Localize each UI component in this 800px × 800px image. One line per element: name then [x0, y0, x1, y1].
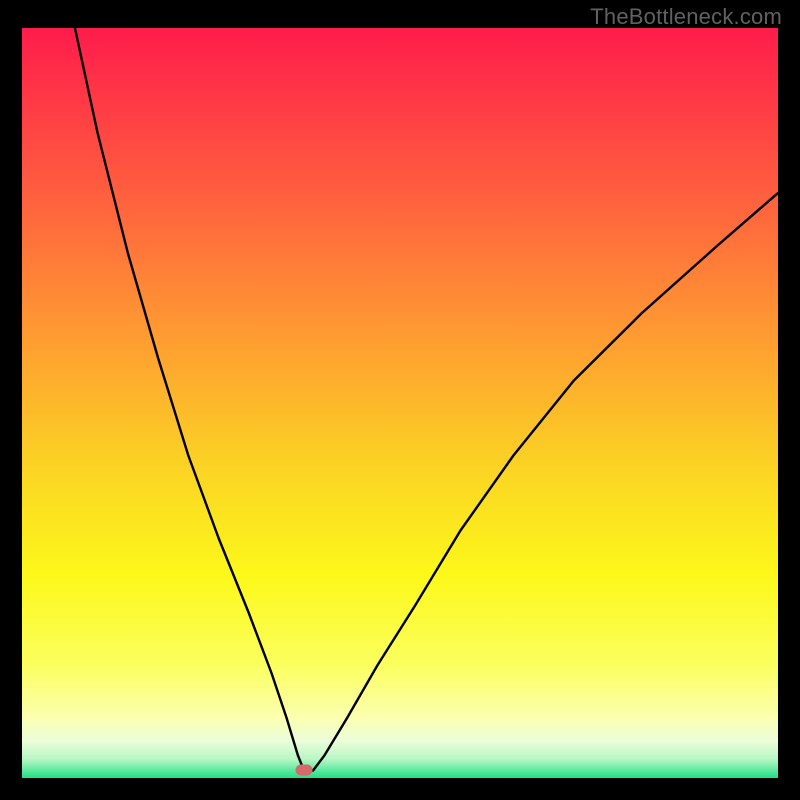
chart-marker-optimal-point: [295, 764, 312, 775]
watermark-text: TheBottleneck.com: [590, 4, 782, 30]
chart-plot-area: [22, 28, 778, 778]
chart-curve: [22, 28, 778, 778]
